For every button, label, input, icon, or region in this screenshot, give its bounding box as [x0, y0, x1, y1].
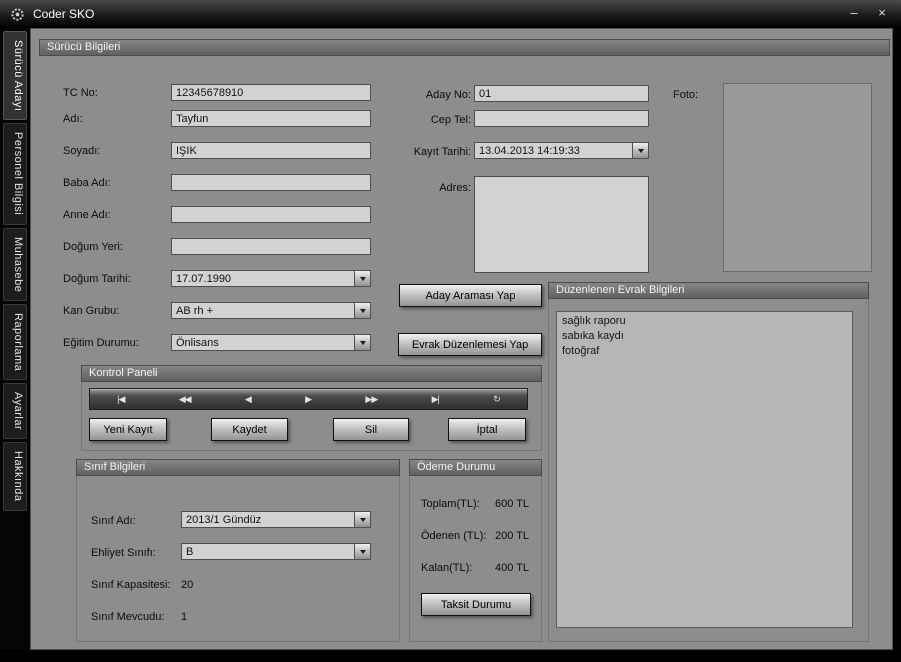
move-first-icon[interactable]: |◀	[111, 389, 130, 409]
list-item[interactable]: sabıka kaydı	[557, 329, 852, 344]
tab-raporlama[interactable]: Raporlama	[3, 304, 27, 381]
cep-tel-input[interactable]	[474, 110, 649, 127]
foto-placeholder	[723, 83, 872, 272]
anne-adi-label: Anne Adı:	[63, 209, 111, 221]
gear-icon	[10, 7, 25, 22]
aday-no-input[interactable]	[474, 85, 649, 102]
kan-grubu-combobox[interactable]: AB rh +	[171, 302, 371, 319]
sinif-mevcudu-label: Sınıf Mevcudu:	[91, 611, 165, 623]
sinif-bilgileri-title: Sınıf Bilgileri	[76, 459, 400, 476]
kayit-tarihi-label: Kayıt Tarihi:	[413, 146, 471, 158]
window-title: Coder SKO	[33, 7, 95, 21]
aday-no-label: Aday No:	[425, 89, 471, 101]
sil-button[interactable]: Sil	[333, 418, 409, 441]
foto-label: Foto:	[673, 89, 699, 101]
odenen-value: 200 TL	[495, 530, 530, 542]
ehliyet-sinifi-label: Ehliyet Sınıfı:	[91, 547, 156, 559]
panel-title: Sürücü Bilgileri	[39, 39, 890, 56]
adi-label: Adı:	[63, 113, 83, 125]
aday-aramasi-yap-button[interactable]: Aday Araması Yap	[399, 284, 542, 307]
anne-adi-input[interactable]	[171, 206, 371, 223]
tc-no-label: TC No:	[63, 87, 98, 99]
sinif-adi-combobox[interactable]: 2013/1 Gündüz	[181, 511, 371, 528]
title-bar: Coder SKO – ×	[0, 0, 901, 28]
kayit-tarihi-value: 13.04.2013 14:19:33	[479, 145, 580, 157]
chevron-down-icon[interactable]	[354, 303, 370, 318]
sinif-kapasitesi-value: 20	[181, 579, 194, 591]
refresh-icon[interactable]: ↻	[487, 389, 506, 409]
dogum-tarihi-value: 17.07.1990	[176, 273, 232, 285]
close-button[interactable]: ×	[871, 4, 893, 22]
chevron-down-icon[interactable]	[632, 143, 648, 158]
adres-textarea[interactable]	[474, 176, 649, 273]
sinif-mevcudu-value: 1	[181, 611, 188, 623]
minimize-button[interactable]: –	[843, 4, 865, 22]
main-content: Sürücü Bilgileri TC No: Adı: Soyadı: Bab…	[30, 28, 893, 650]
list-item[interactable]: fotoğraf	[557, 344, 852, 359]
chevron-down-icon[interactable]	[354, 512, 370, 527]
ehliyet-sinifi-combobox[interactable]: B	[181, 543, 371, 560]
dogum-yeri-label: Doğum Yeri:	[63, 241, 123, 253]
sinif-adi-value: 2013/1 Gündüz	[186, 514, 262, 526]
move-previous-icon[interactable]: ◀	[239, 389, 257, 409]
evrak-duzenlemesi-yap-button[interactable]: Evrak Düzenlemesi Yap	[398, 333, 542, 356]
kayit-tarihi-datepicker[interactable]: 13.04.2013 14:19:33	[474, 142, 649, 159]
kontrol-paneli-title: Kontrol Paneli	[81, 365, 542, 382]
evrak-panel-title: Düzenlenen Evrak Bilgileri	[548, 282, 869, 299]
chevron-down-icon[interactable]	[354, 271, 370, 286]
evrak-listbox[interactable]: sağlık raporu sabıka kaydı fotoğraf	[556, 311, 853, 628]
egitim-durumu-label: Eğitim Durumu:	[63, 337, 139, 349]
tc-no-input[interactable]	[171, 84, 371, 101]
move-last-icon[interactable]: ▶|	[426, 389, 445, 409]
dogum-yeri-input[interactable]	[171, 238, 371, 255]
soyadi-input[interactable]	[171, 142, 371, 159]
sinif-kapasitesi-label: Sınıf Kapasitesi:	[91, 579, 171, 591]
dogum-tarihi-datepicker[interactable]: 17.07.1990	[171, 270, 371, 287]
taksit-durumu-button[interactable]: Taksit Durumu	[421, 593, 531, 616]
iptal-button[interactable]: İptal	[448, 418, 526, 441]
toplam-value: 600 TL	[495, 498, 530, 510]
odenen-label: Ödenen (TL):	[421, 530, 487, 542]
yeni-kayit-button[interactable]: Yeni Kayıt	[89, 418, 167, 441]
record-navigator: |◀ ◀◀ ◀ ▶ ▶▶ ▶| ↻	[89, 388, 528, 410]
move-next-icon[interactable]: ▶	[299, 389, 317, 409]
baba-adi-input[interactable]	[171, 174, 371, 191]
adres-label: Adres:	[439, 182, 471, 194]
egitim-durumu-value: Önlisans	[176, 337, 219, 349]
chevron-down-icon[interactable]	[354, 335, 370, 350]
tab-personel-bilgisi[interactable]: Personel Bilgisi	[3, 123, 27, 225]
odeme-durumu-title: Ödeme Durumu	[409, 459, 542, 476]
toplam-label: Toplam(TL):	[421, 498, 480, 510]
list-item[interactable]: sağlık raporu	[557, 314, 852, 329]
app-window: Coder SKO – × Sürücü Adayı Personel Bilg…	[0, 0, 901, 662]
kaydet-button[interactable]: Kaydet	[211, 418, 288, 441]
baba-adi-label: Baba Adı:	[63, 177, 111, 189]
rewind-icon[interactable]: ◀◀	[173, 389, 197, 409]
kalan-value: 400 TL	[495, 562, 530, 574]
egitim-durumu-combobox[interactable]: Önlisans	[171, 334, 371, 351]
fast-forward-icon[interactable]: ▶▶	[359, 389, 383, 409]
chevron-down-icon[interactable]	[354, 544, 370, 559]
sidebar-tabstrip: Sürücü Adayı Personel Bilgisi Muhasebe R…	[0, 28, 30, 650]
adi-input[interactable]	[171, 110, 371, 127]
soyadi-label: Soyadı:	[63, 145, 101, 157]
tab-muhasebe[interactable]: Muhasebe	[3, 227, 27, 302]
cep-tel-label: Cep Tel:	[430, 114, 471, 126]
sinif-adi-label: Sınıf Adı:	[91, 515, 136, 527]
kalan-label: Kalan(TL):	[421, 562, 473, 574]
dogum-tarihi-label: Doğum Tarihi:	[63, 273, 131, 285]
ehliyet-sinifi-value: B	[186, 546, 194, 558]
kan-grubu-label: Kan Grubu:	[63, 305, 120, 317]
tab-ayarlar[interactable]: Ayarlar	[3, 383, 27, 440]
tab-hakkinda[interactable]: Hakkında	[3, 442, 27, 511]
kan-grubu-value: AB rh +	[176, 305, 213, 317]
tab-surucu-adayi[interactable]: Sürücü Adayı	[3, 31, 27, 121]
